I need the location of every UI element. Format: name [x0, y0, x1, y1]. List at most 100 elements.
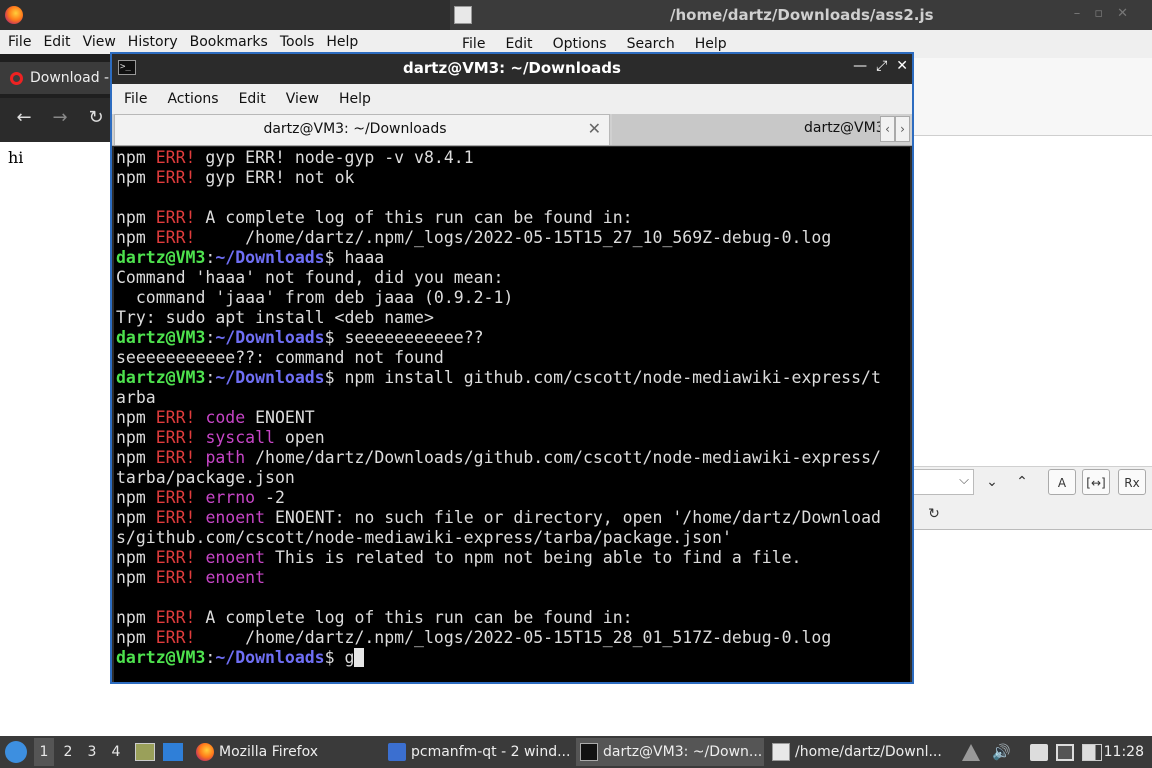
editor-menu-options[interactable]: Options	[543, 36, 617, 52]
terminal-line: tarba/package.json	[116, 468, 910, 488]
firefox-menu-tools[interactable]: Tools	[274, 34, 321, 50]
notes-icon[interactable]	[1030, 744, 1048, 761]
editor-menu-file[interactable]: File	[452, 36, 495, 52]
regex-icon[interactable]: Rx	[1118, 469, 1146, 495]
chevron-down-icon: ⌵	[959, 473, 969, 488]
terminal-text-segment: ERR!	[155, 628, 196, 647]
terminal-text-segment: enoent	[205, 568, 266, 587]
chevron-right-icon[interactable]: ›	[895, 116, 910, 142]
terminal-text-segment: ~/Downloads	[215, 368, 325, 387]
terminal-text-segment: This is related to npm not being able to…	[265, 548, 802, 567]
terminal-window: >_ dartz@VM3: ~/Downloads — ⤢ ✕ File Act…	[110, 52, 914, 684]
firefox-menu-view[interactable]: View	[77, 34, 122, 50]
task-editor[interactable]: /home/dartz/Downl...	[768, 738, 954, 766]
replace-refresh-icon[interactable]: ↻	[920, 501, 948, 527]
text-editor-icon	[454, 6, 472, 24]
match-case-icon[interactable]: A	[1048, 469, 1076, 495]
reload-icon[interactable]: ↻	[84, 107, 108, 128]
tab-close-icon[interactable]: ✕	[588, 119, 601, 138]
firefox-menu-bookmarks[interactable]: Bookmarks	[184, 34, 274, 50]
terminal-text-segment: ERR!	[155, 148, 196, 167]
editor-menu-edit[interactable]: Edit	[495, 36, 542, 52]
clock[interactable]: 11:28	[1104, 744, 1144, 760]
terminal-text-segment: code	[205, 408, 246, 427]
firefox-menu-help[interactable]: Help	[320, 34, 364, 50]
maximize-icon[interactable]: ⤢	[876, 58, 887, 74]
clipboard-icon[interactable]	[962, 744, 980, 761]
task-firefox[interactable]: Mozilla Firefox	[192, 738, 378, 766]
terminal-menu-edit[interactable]: Edit	[229, 91, 276, 107]
find-input[interactable]: ⌵	[912, 469, 974, 495]
terminal-window-buttons: — ⤢ ✕	[853, 58, 908, 74]
terminal-line: dartz@VM3:~/Downloads$ seeeeeeeeeee??	[116, 328, 910, 348]
task-terminal[interactable]: dartz@VM3: ~/Down...	[576, 738, 764, 766]
find-next-icon[interactable]: ⌄	[978, 469, 1006, 495]
terminal-text-segment: arba	[116, 388, 156, 407]
terminal-text-segment: npm	[116, 508, 156, 527]
back-arrow-icon[interactable]: ←	[12, 107, 36, 128]
firefox-menu-edit[interactable]: Edit	[37, 34, 76, 50]
find-previous-icon[interactable]: ⌃	[1008, 469, 1036, 495]
terminal-line: npm ERR! path /home/dartz/Downloads/gith…	[116, 448, 910, 468]
editor-find-bar: ⌵ ⌄ ⌃ A [↔] Rx ↻	[912, 466, 1152, 530]
firefox-tab-title: Download -	[30, 70, 110, 86]
terminal-output[interactable]: npm ERR! gyp ERR! node-gyp -v v8.4.1 npm …	[114, 147, 910, 682]
firefox-menu-file[interactable]: File	[2, 34, 37, 50]
page-text: hi	[8, 148, 24, 167]
forward-arrow-icon[interactable]: →	[48, 107, 72, 128]
display-icon[interactable]	[1056, 744, 1074, 761]
terminal-menu-help[interactable]: Help	[329, 91, 381, 107]
file-manager-launcher-icon[interactable]	[135, 743, 155, 761]
workspace-2[interactable]: 2	[58, 744, 78, 760]
terminal-menu-actions[interactable]: Actions	[157, 91, 228, 107]
terminal-text-segment: npm	[116, 428, 156, 447]
terminal-text-segment: seeeeeeeeeee??: command not found	[116, 348, 444, 367]
minimize-icon[interactable]: —	[853, 58, 867, 74]
battery-icon[interactable]	[1082, 744, 1102, 761]
firefox-menu-history[interactable]: History	[122, 34, 184, 50]
terminal-text-segment: /home/dartz/.npm/_logs/2022-05-15T15_28_…	[195, 628, 832, 647]
firefox-logo-icon	[196, 743, 214, 761]
task-pcmanfm[interactable]: pcmanfm-qt - 2 wind...	[384, 738, 572, 766]
task-label: dartz@VM3: ~/Down...	[603, 744, 763, 760]
editor-window-buttons[interactable]: –▫✕	[1074, 6, 1142, 21]
terminal-text-segment: npm	[116, 608, 156, 627]
workspace-4[interactable]: 4	[106, 744, 126, 760]
terminal-text-segment: npm	[116, 548, 156, 567]
terminal-line: Command 'haaa' not found, did you mean:	[116, 268, 910, 288]
desktop-launcher-icon[interactable]	[163, 743, 183, 761]
volume-icon[interactable]: 🔊	[992, 744, 1011, 761]
prompt-segment: $	[324, 648, 345, 667]
terminal-text-segment: ERR!	[155, 168, 196, 187]
terminal-prompt-line[interactable]: dartz@VM3:~/Downloads$ g	[116, 648, 910, 668]
terminal-text-segment: ERR!	[155, 428, 196, 447]
prompt-segment: dartz@VM3	[116, 648, 206, 667]
terminal-line: npm ERR! enoent This is related to npm n…	[116, 548, 910, 568]
task-label: /home/dartz/Downl...	[795, 744, 942, 760]
chevron-left-icon[interactable]: ‹	[880, 116, 895, 142]
editor-menu-search[interactable]: Search	[617, 36, 685, 52]
terminal-text-segment: ERR!	[155, 548, 196, 567]
start-menu-icon[interactable]	[5, 741, 27, 763]
terminal-text-segment: npm	[116, 228, 156, 247]
whole-word-icon[interactable]: [↔]	[1082, 469, 1110, 495]
firefox-tab[interactable]: Download -	[0, 62, 112, 94]
terminal-line: npm ERR! enoent ENOENT: no such file or …	[116, 508, 910, 528]
workspace-1[interactable]: 1	[34, 738, 54, 766]
terminal-text-segment: ENOENT	[245, 408, 315, 427]
terminal-tab-inactive[interactable]: dartz@VM3:	[612, 114, 880, 145]
terminal-text-segment: gyp ERR! node-gyp -v v8.4.1	[195, 148, 474, 167]
editor-menu-help[interactable]: Help	[685, 36, 737, 52]
terminal-menu-file[interactable]: File	[114, 91, 157, 107]
terminal-menu-view[interactable]: View	[276, 91, 329, 107]
workspace-3[interactable]: 3	[82, 744, 102, 760]
terminal-line: s/github.com/cscott/node-mediawiki-expre…	[116, 528, 910, 548]
tab-favicon-icon	[10, 72, 23, 85]
terminal-tab-active[interactable]: dartz@VM3: ~/Downloads ✕	[114, 114, 610, 145]
close-icon[interactable]: ✕	[896, 58, 908, 74]
terminal-tab-label: dartz@VM3: ~/Downloads	[263, 121, 447, 137]
terminal-text-segment: A complete log of this run can be found …	[195, 208, 633, 227]
terminal-line: dartz@VM3:~/Downloads$ haaa	[116, 248, 910, 268]
